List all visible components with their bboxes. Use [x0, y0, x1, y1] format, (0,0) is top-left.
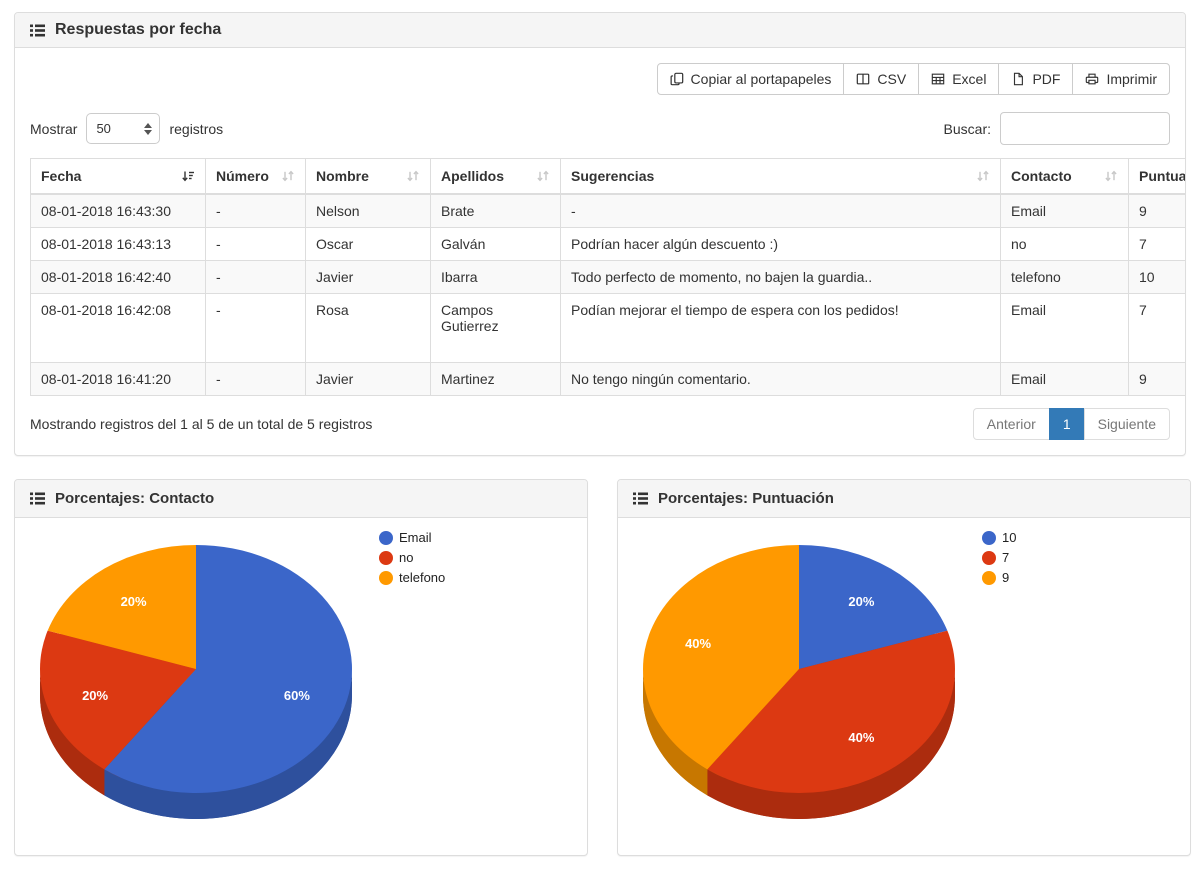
contacto-chart-body: 60% 20% 20% Email no telefono: [15, 518, 587, 855]
columns-icon: [856, 72, 870, 86]
legend-swatch: [379, 571, 393, 585]
length-select[interactable]: 50: [86, 113, 160, 144]
column-header-numero[interactable]: Número: [206, 159, 306, 195]
pie-slice-label: 40%: [848, 730, 874, 745]
file-pdf-icon: [1011, 72, 1025, 86]
legend-label: telefono: [399, 570, 445, 585]
length-select-value: 50: [96, 121, 110, 136]
table-row: 08-01-2018 16:42:40 - Javier Ibarra Todo…: [31, 261, 1186, 294]
dashboard-page: Respuestas por fecha Copiar al portapape…: [0, 0, 1200, 861]
export-buttons-row: Copiar al portapapeles CSV: [30, 63, 1170, 95]
column-header-fecha[interactable]: Fecha: [31, 159, 206, 195]
sort-both-icon: [976, 169, 990, 183]
printer-icon: [1085, 72, 1099, 86]
sort-desc-icon: [181, 169, 195, 183]
charts-row: Porcentajes: Contacto 60% 20% 20% Email no te…: [14, 479, 1186, 856]
legend-swatch: [379, 531, 393, 545]
contacto-chart-heading: Porcentajes: Contacto: [15, 480, 587, 518]
responses-table: Fecha Número: [30, 158, 1185, 396]
select-stepper-icon: [144, 123, 152, 135]
page-length-control: Mostrar 50 registros: [30, 113, 223, 144]
column-header-apellidos[interactable]: Apellidos: [431, 159, 561, 195]
responses-panel: Respuestas por fecha Copiar al portapape…: [14, 12, 1186, 456]
search-input[interactable]: [1000, 112, 1170, 145]
print-button-label: Imprimir: [1106, 71, 1157, 87]
puntuacion-chart-body: 20% 40% 40% 10 7 9: [618, 518, 1190, 855]
excel-button[interactable]: Excel: [918, 63, 999, 95]
contacto-chart-panel: Porcentajes: Contacto 60% 20% 20% Email no te…: [14, 479, 588, 856]
pagination: Anterior 1 Siguiente: [973, 408, 1170, 440]
table-row: 08-01-2018 16:42:08 - Rosa Campos Gutier…: [31, 294, 1186, 363]
list-icon: [633, 491, 648, 506]
pdf-button[interactable]: PDF: [998, 63, 1073, 95]
pie-slice-label: 40%: [685, 636, 711, 651]
puntuacion-chart-panel: Porcentajes: Puntuación 20% 40% 40% 10 7 9: [617, 479, 1191, 856]
sort-both-icon: [1104, 169, 1118, 183]
list-icon: [30, 23, 45, 38]
column-header-contacto[interactable]: Contacto: [1001, 159, 1129, 195]
puntuacion-chart-heading: Porcentajes: Puntuación: [618, 480, 1190, 518]
legend-label: Email: [399, 530, 432, 545]
search-control: Buscar:: [944, 112, 1170, 145]
pie-slice-label: 60%: [284, 688, 310, 703]
copy-button[interactable]: Copiar al portapapeles: [657, 63, 845, 95]
table-row: 08-01-2018 16:43:30 - Nelson Brate - Ema…: [31, 194, 1186, 228]
responses-panel-body: Copiar al portapapeles CSV: [15, 48, 1185, 455]
table-info: Mostrando registros del 1 al 5 de un tot…: [30, 416, 372, 432]
chart-title: Porcentajes: Puntuación: [658, 490, 834, 507]
legend-swatch: [982, 531, 996, 545]
table-row: 08-01-2018 16:41:20 - Javier Martinez No…: [31, 363, 1186, 396]
column-header-nombre[interactable]: Nombre: [306, 159, 431, 195]
contacto-pie-chart[interactable]: 60% 20% 20% Email no telefono: [15, 518, 587, 855]
print-button[interactable]: Imprimir: [1072, 63, 1170, 95]
search-label: Buscar:: [944, 121, 991, 137]
table-header-row: Fecha Número: [31, 159, 1186, 195]
legend-label: 7: [1002, 550, 1009, 565]
previous-page-button[interactable]: Anterior: [973, 408, 1050, 440]
legend-label: 9: [1002, 570, 1009, 585]
table-row: 08-01-2018 16:43:13 - Oscar Galván Podrí…: [31, 228, 1186, 261]
next-page-button[interactable]: Siguiente: [1084, 408, 1170, 440]
export-button-group: Copiar al portapapeles CSV: [657, 63, 1170, 95]
pie-slice-label: 20%: [121, 594, 147, 609]
table-container: Fecha Número: [30, 158, 1185, 396]
page-number-button[interactable]: 1: [1049, 408, 1085, 440]
csv-button[interactable]: CSV: [843, 63, 919, 95]
legend-label: no: [399, 550, 413, 565]
table-footer: Mostrando registros del 1 al 5 de un tot…: [30, 408, 1170, 440]
pie-slice-label: 20%: [848, 594, 874, 609]
sort-both-icon: [281, 169, 295, 183]
pie-slice-label: 20%: [82, 688, 108, 703]
column-header-puntuacion[interactable]: Puntuación: [1129, 159, 1186, 195]
chart-title: Porcentajes: Contacto: [55, 490, 214, 507]
length-label-before: Mostrar: [30, 121, 77, 137]
column-header-sugerencias[interactable]: Sugerencias: [561, 159, 1001, 195]
copy-button-label: Copiar al portapapeles: [691, 71, 832, 87]
length-label-after: registros: [169, 121, 223, 137]
responses-panel-heading: Respuestas por fecha: [15, 13, 1185, 48]
legend-swatch: [982, 551, 996, 565]
excel-button-label: Excel: [952, 71, 986, 87]
copy-icon: [670, 72, 684, 86]
panel-title: Respuestas por fecha: [55, 21, 221, 39]
puntuacion-pie-chart[interactable]: 20% 40% 40% 10 7 9: [618, 518, 1190, 855]
sort-both-icon: [406, 169, 420, 183]
csv-button-label: CSV: [877, 71, 906, 87]
sort-both-icon: [536, 169, 550, 183]
legend-swatch: [379, 551, 393, 565]
legend-label: 10: [1002, 530, 1016, 545]
table-icon: [931, 72, 945, 86]
pdf-button-label: PDF: [1032, 71, 1060, 87]
list-icon: [30, 491, 45, 506]
legend-swatch: [982, 571, 996, 585]
table-controls-row: Mostrar 50 registros Buscar:: [30, 112, 1170, 145]
